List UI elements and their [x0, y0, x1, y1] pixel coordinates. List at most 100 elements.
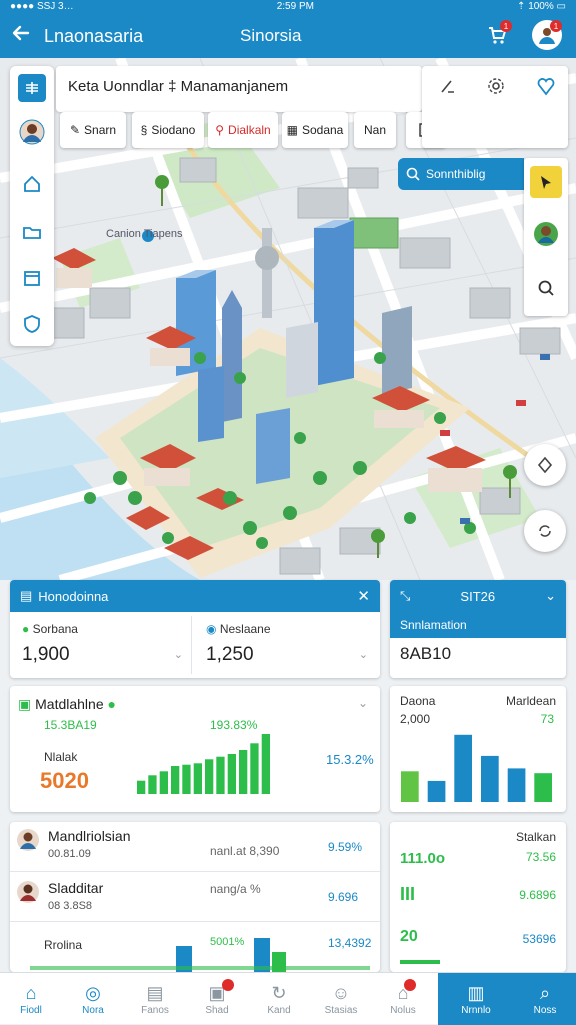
- chip-stack[interactable]: § Siodano: [132, 112, 204, 148]
- list-item-name: Rrolina: [44, 938, 83, 952]
- list-item-mid: nanl.at 8,390: [210, 844, 280, 858]
- person-avatar[interactable]: [530, 218, 562, 250]
- growth-delta: 15.3.2%: [326, 752, 374, 767]
- chip-label: Sodana: [301, 123, 344, 137]
- nav-item-nora[interactable]: ◎ Nora: [62, 973, 124, 1025]
- growth-bar: [227, 754, 236, 794]
- map-title-text: Keta Uonndlar ‡ Manamanjanem: [68, 78, 289, 95]
- stack-icon: §: [140, 123, 148, 137]
- nav-item-nrnnlo[interactable]: ▥ Nrnnlo: [438, 973, 514, 1025]
- stat-row-right: 9.6896: [519, 888, 556, 902]
- growth-bar: [171, 766, 180, 794]
- folder-icon[interactable]: [18, 218, 46, 246]
- close-icon[interactable]: ✕: [357, 587, 370, 605]
- nav-item-fiodl[interactable]: ⌂ Fiodl: [0, 973, 62, 1025]
- nav-item-stasias[interactable]: ☺ Stasias: [310, 973, 372, 1025]
- nav-label: Nrnnlo: [461, 1004, 491, 1016]
- rotate-icon[interactable]: [524, 510, 566, 552]
- list-item-right: 13,4392: [328, 936, 372, 950]
- profile-badge: 1: [550, 20, 562, 32]
- growth-bar-chart: [137, 734, 270, 794]
- page-title: Lnaonasaria: [44, 26, 144, 46]
- compare-bar: [401, 771, 419, 802]
- expand-icon[interactable]: ⤡: [400, 588, 410, 604]
- chip-grid[interactable]: ▦ Sodana: [282, 112, 348, 148]
- map-title-card: Keta Uonndlar ‡ Manamanjanem: [56, 66, 422, 112]
- compare-bar: [507, 768, 526, 802]
- panel-overview-header: ▤ Honodoinna ✕: [10, 580, 380, 612]
- list-item-right: 9.59%: [328, 840, 363, 854]
- nav-item-fanos[interactable]: ▤ Fanos: [124, 973, 186, 1025]
- avatar: [16, 828, 40, 857]
- magic-wand-icon: ✎: [69, 123, 81, 137]
- heart-location-icon[interactable]: [530, 70, 562, 102]
- panel-list: Mandlriolsian 00.81.09 nanl.at 8,390 9.5…: [10, 822, 380, 972]
- stat-label: Neslaane: [219, 622, 271, 636]
- chip-pin[interactable]: ⚲ Dialkaln: [208, 112, 278, 148]
- growth-label: Nlalak: [44, 750, 78, 764]
- status-battery: ⇡ 100% ▭: [517, 0, 566, 12]
- panel-stats-title: Stalkan: [515, 830, 556, 844]
- compare-bar-chart: [401, 734, 552, 802]
- nav-item-noss[interactable]: ⌕ Noss: [514, 973, 576, 1025]
- dot-icon: ◉: [206, 622, 217, 636]
- list-item[interactable]: Rrolina 5001% 13,4392: [10, 922, 380, 972]
- nav-label: Fiodl: [20, 1004, 42, 1016]
- map-left-toolbar: [10, 66, 54, 346]
- search-icon: [406, 167, 420, 181]
- growth-big-value: 5020: [40, 768, 89, 793]
- avatar: [16, 880, 40, 909]
- growth-bar: [159, 771, 168, 794]
- growth-bar: [182, 764, 191, 794]
- chevron-down-icon: ⌄: [173, 649, 183, 661]
- home-icon[interactable]: [18, 170, 46, 198]
- panel-growth-header: ▣ Matdlahlne ●: [18, 696, 116, 713]
- map-search-button[interactable]: Sonnthiblig: [398, 158, 524, 190]
- nav-item-nolus[interactable]: ⌂ Nolus: [372, 973, 434, 1025]
- nav-label: Kand: [267, 1004, 291, 1016]
- locate-icon[interactable]: [524, 444, 566, 486]
- compare-delta: 73: [540, 712, 554, 726]
- nav-label: Noss: [533, 1004, 557, 1016]
- chevron-down-icon[interactable]: ⌄: [358, 696, 368, 710]
- compare-bar: [534, 773, 552, 802]
- list-item-right: 9.696: [328, 890, 359, 904]
- stat-progress: [400, 960, 440, 964]
- profile-avatar[interactable]: 1: [532, 20, 562, 50]
- stat-card[interactable]: ● Sorbana 1,900 ⌄: [14, 616, 192, 674]
- calendar-icon[interactable]: [18, 264, 46, 292]
- list-item-name: Sladditar: [48, 880, 104, 896]
- back-arrow-icon[interactable]: [10, 22, 32, 49]
- shield-icon[interactable]: [18, 310, 46, 338]
- pin-icon: ⚲: [215, 123, 225, 137]
- gear-icon[interactable]: [480, 70, 512, 102]
- map-search-label: Sonnthiblig: [426, 167, 486, 181]
- layers-icon[interactable]: [18, 74, 46, 102]
- draw-icon[interactable]: [432, 70, 464, 102]
- list-item[interactable]: Sladditar 08 3.8S8 nang/a % 9.696: [10, 872, 380, 922]
- growth-bar: [193, 763, 202, 794]
- cart-icon[interactable]: 1: [482, 20, 512, 50]
- pointer-icon[interactable]: [530, 166, 562, 198]
- stat-card[interactable]: ◉ Neslaane 1,250 ⌄: [198, 616, 376, 674]
- panel-compare: Daona Marldean 2,000 73: [390, 686, 566, 812]
- nav-item-kand[interactable]: ↻ Kand: [248, 973, 310, 1025]
- map-search-icon[interactable]: [530, 272, 562, 304]
- chip-more[interactable]: Nan: [354, 112, 396, 148]
- nav-badge: [221, 978, 234, 991]
- stat-value: 1,250: [206, 644, 254, 665]
- nav-item-shad[interactable]: ▣ Shad: [186, 973, 248, 1025]
- building-icon: ▥: [467, 982, 485, 1003]
- chevron-down-icon[interactable]: ⌄: [545, 588, 556, 604]
- user-icon: ☺: [331, 982, 351, 1003]
- list-item[interactable]: Mandlriolsian 00.81.09 nanl.at 8,390 9.5…: [10, 822, 380, 872]
- cart-badge: 1: [500, 20, 512, 32]
- growth-bar: [137, 780, 146, 794]
- map-right-toolbar: [524, 158, 568, 316]
- user-avatar[interactable]: [18, 118, 46, 146]
- nav-badge: [404, 978, 417, 991]
- panel-summary-title: SIT26: [460, 588, 496, 604]
- nav-label: Nolus: [390, 1004, 416, 1016]
- chip-search[interactable]: ✎ Snarn: [60, 112, 126, 148]
- nav-label: Shad: [205, 1004, 229, 1016]
